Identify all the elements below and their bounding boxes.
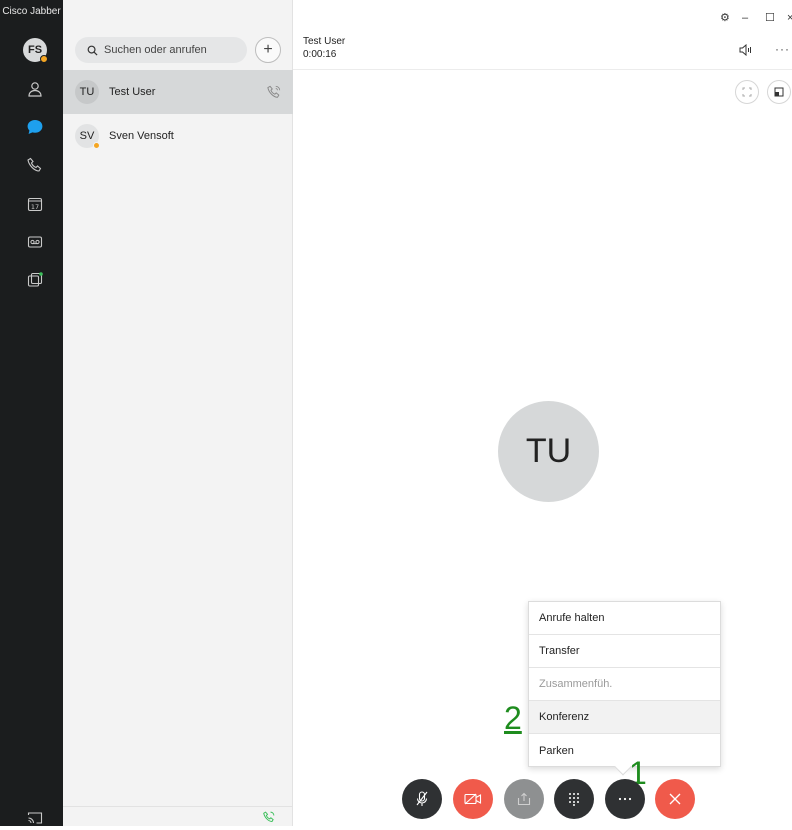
call-avatar-initials: TU	[525, 432, 572, 470]
contact-initials: TU	[79, 86, 95, 98]
share-button	[504, 779, 544, 819]
contact-list-panel: Suchen oder anrufen + TU Test User SV Sv…	[63, 0, 293, 826]
maximize-button[interactable]: ☐	[765, 12, 775, 24]
menu-item-conference[interactable]: Konferenz	[529, 701, 720, 734]
menu-item-merge: Zusammenfüh.	[529, 668, 720, 701]
nav-meetings[interactable]: 17	[23, 192, 47, 216]
nav-voicemail[interactable]	[23, 230, 47, 254]
nav-contacts[interactable]	[23, 77, 47, 101]
call-avatar: TU	[498, 401, 599, 502]
contact-initials: SV	[79, 130, 95, 142]
search-icon	[87, 45, 98, 56]
call-duration: 0:00:16	[303, 49, 337, 60]
user-initials: FS	[27, 44, 43, 56]
mic-off-icon	[416, 791, 428, 806]
keypad-icon	[569, 793, 579, 806]
minimize-button[interactable]: –	[742, 12, 748, 24]
add-button[interactable]: +	[255, 37, 281, 63]
active-call-icon	[267, 85, 281, 98]
video-button[interactable]	[453, 779, 493, 819]
header-more-icon[interactable]: ···	[775, 42, 790, 56]
contact-avatar: TU	[75, 80, 99, 104]
share-icon	[517, 792, 531, 806]
call-peer-name: Test User	[303, 36, 346, 47]
presence-away-icon	[40, 55, 48, 63]
app-title: Cisco Jabber	[2, 6, 61, 17]
menu-item-hold[interactable]: Anrufe halten	[529, 602, 720, 635]
cast-screen-icon	[27, 812, 43, 824]
end-call-button[interactable]	[655, 779, 695, 819]
popout-icon	[774, 87, 784, 97]
menu-item-transfer[interactable]: Transfer	[529, 635, 720, 668]
popout-button[interactable]	[767, 80, 791, 104]
annotation-marker-2: 2	[504, 700, 522, 736]
nav-cast[interactable]	[23, 806, 47, 830]
fullscreen-icon	[742, 87, 752, 97]
more-options-menu: Anrufe halten Transfer Zusammenfüh. Konf…	[528, 601, 721, 776]
user-avatar[interactable]: FS	[23, 38, 48, 63]
more-button[interactable]	[605, 779, 645, 819]
close-button[interactable]: ×	[787, 12, 792, 24]
phone-icon	[27, 157, 42, 172]
more-icon	[618, 797, 632, 801]
nav-chats[interactable]	[23, 115, 47, 139]
speaker-icon[interactable]	[739, 44, 753, 56]
call-status-icon[interactable]	[263, 811, 275, 823]
chat-bubble-icon	[27, 120, 43, 134]
nav-custom[interactable]	[23, 268, 47, 292]
video-off-icon	[464, 793, 482, 805]
voicemail-icon	[27, 236, 43, 248]
contact-name: Test User	[109, 86, 156, 98]
contact-name: Sven Vensoft	[109, 130, 174, 142]
plus-icon: +	[263, 41, 273, 58]
calendar-day: 17	[31, 203, 39, 211]
settings-icon[interactable]: ⚙	[720, 12, 730, 24]
calendar-icon: 17	[27, 197, 43, 212]
fullscreen-button[interactable]	[735, 80, 759, 104]
search-placeholder: Suchen oder anrufen	[104, 44, 207, 56]
search-input[interactable]: Suchen oder anrufen	[75, 37, 247, 63]
keypad-button[interactable]	[554, 779, 594, 819]
nav-rail: Cisco Jabber FS 17	[0, 0, 63, 826]
mute-button[interactable]	[402, 779, 442, 819]
custom-tab-icon	[27, 272, 43, 287]
person-icon	[28, 82, 42, 97]
contact-row-test-user[interactable]: TU Test User	[63, 70, 293, 114]
contact-avatar: SV	[75, 124, 100, 149]
call-header: Test User 0:00:16	[293, 0, 792, 70]
nav-calls[interactable]	[23, 153, 47, 177]
end-call-icon	[669, 793, 681, 805]
list-footer	[63, 806, 293, 826]
contact-row-sven-vensoft[interactable]: SV Sven Vensoft	[63, 114, 293, 158]
presence-away-icon	[93, 142, 100, 149]
call-window: Test User 0:00:16 ⚙ – ☐ × ··· TU Anrufe …	[293, 0, 792, 826]
